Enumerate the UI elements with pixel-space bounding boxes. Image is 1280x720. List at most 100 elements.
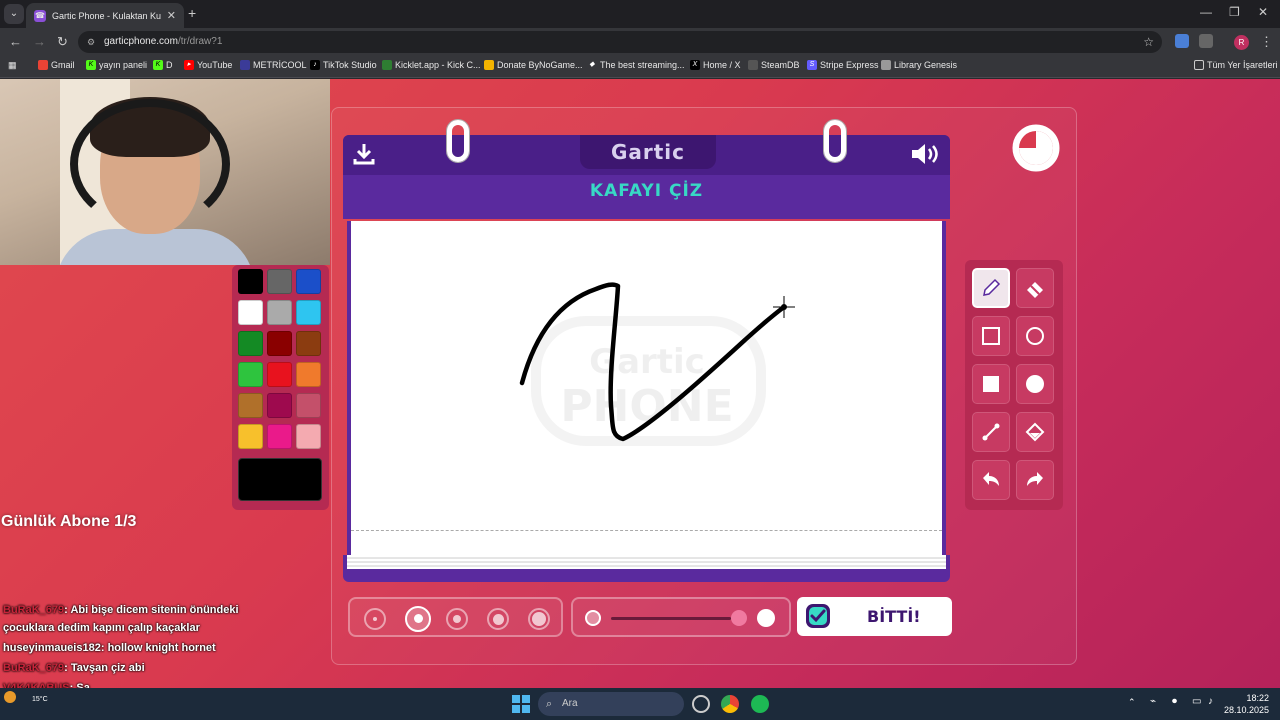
- microphone-icon[interactable]: ⏺: [1172, 696, 1177, 707]
- ellipse-outline-tool[interactable]: [1016, 316, 1054, 356]
- rectangle-fill-tool[interactable]: [972, 364, 1010, 404]
- bookmark-stripe[interactable]: S Stripe Express: [807, 60, 879, 70]
- color-swatch[interactable]: [238, 269, 263, 294]
- spotify-icon[interactable]: [751, 695, 769, 713]
- bookmark-star-icon[interactable]: ☆: [1143, 31, 1154, 53]
- undo-tool[interactable]: [972, 460, 1010, 500]
- color-swatch[interactable]: [296, 393, 321, 418]
- bookmark-kicklet[interactable]: Kicklet.app - Kick C...: [382, 60, 481, 70]
- color-swatch[interactable]: [267, 269, 292, 294]
- back-icon[interactable]: ←: [9, 34, 22, 49]
- ellipse-fill-tool[interactable]: [1016, 364, 1054, 404]
- bookmark-bynogame[interactable]: Donate ByNoGame...: [484, 60, 583, 70]
- drawing-canvas[interactable]: Gartic PHONE: [347, 221, 946, 555]
- extensions-icon[interactable]: [1199, 34, 1213, 48]
- brush-size-4[interactable]: [487, 608, 509, 630]
- bookmark-streaming[interactable]: ◆ The best streaming...: [587, 60, 684, 70]
- copilot-icon[interactable]: [692, 695, 710, 713]
- chat-message: BuRaK_679: Abi bişe dicem sitenin önünde…: [3, 604, 239, 616]
- square-filled-icon: [983, 376, 999, 392]
- color-swatch[interactable]: [238, 300, 263, 325]
- bookmark-libgen[interactable]: Library Genesis: [881, 60, 957, 70]
- opacity-high-icon: [757, 609, 775, 627]
- volume-icon[interactable]: [910, 142, 942, 166]
- bookmark-youtube[interactable]: ▸ YouTube: [184, 60, 232, 70]
- current-color-preview: [238, 458, 322, 501]
- bookmark-d[interactable]: KD: [153, 60, 173, 70]
- network-icon[interactable]: ⌁: [1150, 696, 1156, 707]
- translate-extension-icon[interactable]: [1175, 34, 1189, 48]
- drawing-prompt: KAFAYI ÇİZ: [589, 181, 704, 201]
- color-swatch[interactable]: [238, 393, 263, 418]
- color-swatch[interactable]: [267, 424, 292, 449]
- brush-size-5[interactable]: [528, 608, 550, 630]
- timer-icon: [1012, 124, 1060, 172]
- volume-tray-icon[interactable]: ♪: [1208, 696, 1213, 707]
- restore-icon[interactable]: ❐: [1229, 5, 1240, 19]
- bookmark-tiktok[interactable]: ♪ TikTok Studio: [310, 60, 377, 70]
- color-swatch[interactable]: [267, 393, 292, 418]
- color-swatch[interactable]: [238, 424, 263, 449]
- minimize-icon[interactable]: —: [1200, 5, 1212, 19]
- done-button[interactable]: BİTTİ!: [797, 597, 952, 636]
- tab-gartic[interactable]: ☎ Gartic Phone - Kulaktan Kulağa ✕: [26, 3, 184, 28]
- close-icon[interactable]: ✕: [167, 9, 176, 22]
- line-tool[interactable]: [972, 412, 1010, 452]
- color-swatch[interactable]: [267, 331, 292, 356]
- chrome-icon[interactable]: [721, 695, 739, 713]
- windows-start-icon[interactable]: [512, 695, 530, 713]
- opacity-handle[interactable]: [731, 610, 747, 626]
- bookmark-steamdb[interactable]: SteamDB: [748, 60, 800, 70]
- color-swatch[interactable]: [267, 362, 292, 387]
- display-icon[interactable]: ▭: [1192, 696, 1201, 707]
- brush-size-3[interactable]: [446, 608, 468, 630]
- redo-icon: [1027, 472, 1043, 486]
- apps-icon[interactable]: ▦: [8, 60, 17, 71]
- site-info-icon[interactable]: ⚙: [87, 31, 95, 53]
- redo-tool[interactable]: [1016, 460, 1054, 500]
- windows-taskbar: 15°C ⌕ Ara ⌃ ⌁ ⏺ ▭ ♪ 18:22 28.10.2025: [0, 688, 1280, 720]
- line-icon: [982, 423, 1000, 441]
- system-clock[interactable]: 18:22 28.10.2025: [1224, 692, 1269, 716]
- opacity-track[interactable]: [611, 617, 731, 620]
- bookmark-yayin-paneli[interactable]: Kyayın paneli: [86, 60, 147, 70]
- new-tab-icon[interactable]: +: [188, 5, 196, 21]
- color-swatch[interactable]: [296, 424, 321, 449]
- color-swatch[interactable]: [238, 331, 263, 356]
- color-swatch[interactable]: [296, 362, 321, 387]
- url-bar[interactable]: ⚙ garticphone.com/tr/draw?1 ☆: [78, 31, 1162, 53]
- color-swatch[interactable]: [296, 331, 321, 356]
- tray-chevron-icon[interactable]: ⌃: [1128, 697, 1136, 708]
- color-swatch[interactable]: [267, 300, 292, 325]
- url-path: /tr/draw?1: [177, 36, 223, 47]
- forward-icon[interactable]: →: [33, 34, 46, 49]
- reload-icon[interactable]: ↻: [57, 34, 68, 50]
- fill-bucket-tool[interactable]: [1016, 412, 1054, 452]
- color-swatch[interactable]: [296, 300, 321, 325]
- circle-outline-icon: [1026, 327, 1044, 345]
- brush-size-1[interactable]: [364, 608, 386, 630]
- profile-avatar[interactable]: R: [1234, 35, 1249, 50]
- download-icon[interactable]: [352, 142, 376, 166]
- pencil-icon: [983, 278, 1001, 296]
- chat-username: BuRaK_679: [3, 662, 65, 674]
- pencil-tool[interactable]: [972, 268, 1010, 308]
- diamond-icon: ◆: [589, 61, 595, 68]
- taskbar-search[interactable]: ⌕ Ara: [538, 692, 684, 716]
- color-swatch[interactable]: [296, 269, 321, 294]
- menu-icon[interactable]: ⋮: [1260, 34, 1273, 50]
- bookmark-x[interactable]: X Home / X: [690, 60, 741, 70]
- rectangle-outline-tool[interactable]: [972, 316, 1010, 356]
- tab-search-button[interactable]: ⌄: [4, 4, 24, 24]
- eraser-tool[interactable]: [1016, 268, 1054, 308]
- window-close-icon[interactable]: ✕: [1258, 5, 1268, 19]
- address-toolbar: ← → ↻ ⚙ garticphone.com/tr/draw?1 ☆ ⋮: [0, 28, 1280, 56]
- opacity-slider[interactable]: [571, 597, 791, 637]
- brush-size-2[interactable]: [405, 606, 431, 632]
- canvas-guideline: [351, 530, 942, 531]
- weather-temp: 15°C: [32, 696, 48, 703]
- all-bookmarks[interactable]: Tüm Yer İşaretleri: [1194, 60, 1278, 70]
- color-swatch[interactable]: [238, 362, 263, 387]
- bookmark-metricool[interactable]: METRİCOOL: [240, 60, 307, 70]
- bookmark-gmail[interactable]: Gmail: [38, 60, 75, 70]
